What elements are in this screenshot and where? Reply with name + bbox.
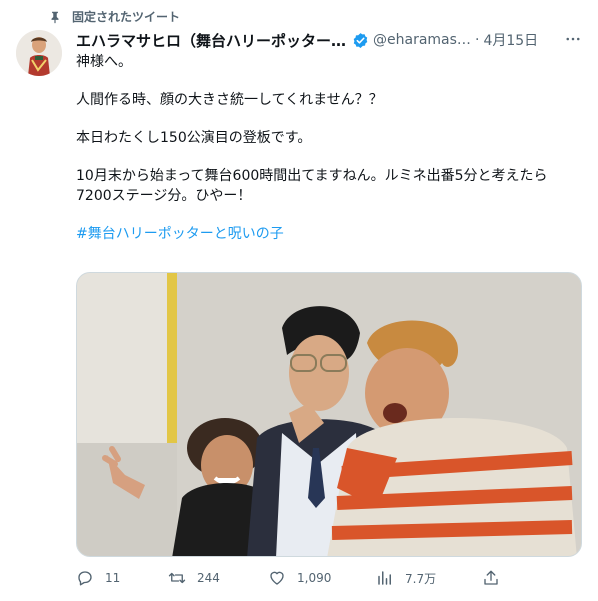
tweet-date[interactable]: 4月15日 <box>483 30 538 50</box>
tweet-header: エハラマサヒロ（舞台ハリーポッター... @eharamasa... · 4月1… <box>76 29 584 51</box>
like-icon <box>270 571 284 585</box>
avatar-image <box>16 30 62 76</box>
author-name[interactable]: エハラマサヒロ（舞台ハリーポッター... <box>76 30 348 51</box>
share-icon <box>484 570 498 585</box>
views-button[interactable]: 7.7万 <box>376 566 436 590</box>
pin-icon <box>51 11 59 23</box>
tweet-line: 本日わたくし150公演目の登板です。 <box>76 130 312 146</box>
tweet-line: 人間作る時、顔の大きさ統一してくれません？？ <box>76 92 383 108</box>
hashtag-link[interactable]: #舞台ハリーポッターと呪いの子 <box>76 226 284 242</box>
header-separator: · <box>475 32 480 48</box>
retweet-button[interactable]: 244 <box>168 566 220 590</box>
like-button[interactable]: 1,090 <box>268 566 331 590</box>
reply-icon <box>78 571 92 586</box>
tweet-actions: 11 244 1,090 7.7万 <box>68 566 508 590</box>
views-count: 7.7万 <box>405 571 437 586</box>
views-icon <box>378 571 391 585</box>
photo-image <box>77 273 581 556</box>
tweet-line: 神様へ。 <box>76 54 132 70</box>
tweet-text: 神様へ。 人間作る時、顔の大きさ統一してくれません？？ 本日わたくし150公演目… <box>76 52 576 244</box>
pinned-label: 固定されたツイート <box>72 10 181 24</box>
reply-count: 11 <box>105 571 121 585</box>
like-count: 1,090 <box>297 571 332 585</box>
more-icon <box>566 37 580 41</box>
more-button[interactable] <box>562 28 584 50</box>
share-button[interactable] <box>482 566 511 590</box>
tweet-line: 10月末から始まって舞台600時間出てますねん。ルミネ出番5分と考えたら <box>76 168 548 184</box>
retweet-icon <box>168 572 186 584</box>
tweet-photo[interactable] <box>76 272 582 557</box>
retweet-count: 244 <box>197 571 220 585</box>
pinned-indicator: 固定されたツイート <box>48 8 180 25</box>
reply-button[interactable]: 11 <box>76 566 120 590</box>
tweet-line: 7200ステージ分。ひやー！ <box>76 188 252 204</box>
verified-badge-icon[interactable] <box>352 32 369 49</box>
author-handle[interactable]: @eharamasa... <box>373 32 471 48</box>
avatar[interactable] <box>16 30 62 76</box>
